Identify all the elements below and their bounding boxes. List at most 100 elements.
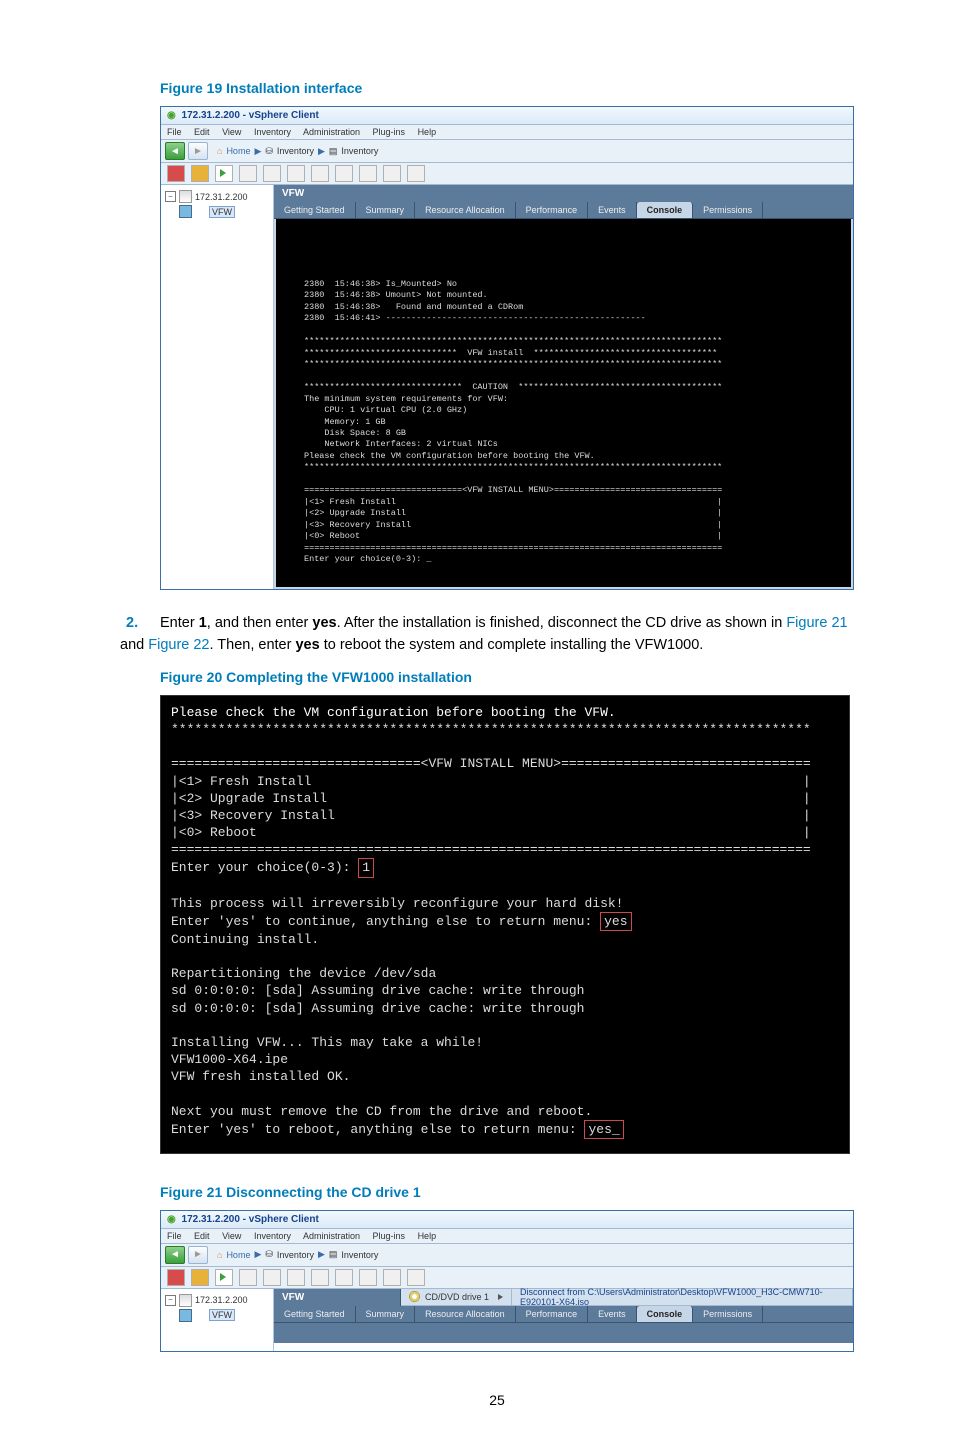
menu-file[interactable]: File	[167, 127, 182, 137]
tab-permissions[interactable]: Permissions	[693, 202, 763, 218]
toolbar-button[interactable]	[407, 165, 425, 182]
vm-pause-button[interactable]	[191, 1269, 209, 1286]
menu-bar: File Edit View Inventory Administration …	[161, 1229, 853, 1244]
menu-edit[interactable]: Edit	[194, 1231, 210, 1241]
tree-host-ip: 172.31.2.200	[195, 1295, 248, 1305]
panel-title: VFW	[274, 185, 853, 202]
breadcrumb-inventory[interactable]: Inventory	[277, 146, 314, 156]
nav-forward-button[interactable]: ►	[188, 142, 208, 160]
figure-link[interactable]: Figure 22	[148, 637, 209, 653]
breadcrumb-inventory-2[interactable]: Inventory	[341, 1250, 378, 1260]
toolbar-button[interactable]	[311, 165, 329, 182]
figure-link[interactable]: Figure 21	[786, 615, 847, 631]
vm-console[interactable]: 2380 15:46:38> Is_Mounted> No 2380 15:46…	[274, 219, 853, 589]
vm-stop-button[interactable]	[167, 165, 185, 182]
toolbar-button[interactable]	[287, 165, 305, 182]
toolbar-button[interactable]	[263, 1269, 281, 1286]
menu-file[interactable]: File	[167, 1231, 182, 1241]
toolbar-button[interactable]	[335, 1269, 353, 1286]
vm-play-button[interactable]	[215, 165, 233, 182]
window-titlebar: ◉ 172.31.2.200 - vSphere Client	[161, 1211, 853, 1229]
toolbar-button[interactable]	[239, 165, 257, 182]
console-line: This process will irreversibly reconfigu…	[171, 896, 623, 911]
window-title: 172.31.2.200 - vSphere Client	[182, 110, 319, 121]
toolbar-button[interactable]	[287, 1269, 305, 1286]
breadcrumb-home[interactable]: Home	[226, 146, 250, 156]
nav-forward-button[interactable]: ►	[188, 1246, 208, 1264]
toolbar-button[interactable]	[383, 1269, 401, 1286]
tab-events[interactable]: Events	[588, 202, 637, 218]
step-text: , and then enter	[207, 615, 313, 631]
menu-inventory[interactable]: Inventory	[254, 127, 291, 137]
menu-plugins[interactable]: Plug-ins	[373, 127, 406, 137]
right-panel: VFW CD/DVD drive 1 Disconnect from C:\Us…	[274, 1289, 853, 1343]
menu-plugins[interactable]: Plug-ins	[373, 1231, 406, 1241]
tab-summary[interactable]: Summary	[356, 202, 416, 218]
tab-console[interactable]: Console	[637, 202, 694, 218]
tab-permissions[interactable]: Permissions	[693, 1306, 763, 1322]
menu-administration[interactable]: Administration	[303, 1231, 360, 1241]
breadcrumb-inventory-2[interactable]: Inventory	[341, 146, 378, 156]
cd-drive-button[interactable]: CD/DVD drive 1	[401, 1289, 512, 1305]
console-menu-item: |<3> Recovery Install |	[171, 808, 811, 823]
console-line: sd 0:0:0:0: [sda] Assuming drive cache: …	[171, 1001, 584, 1016]
tab-performance[interactable]: Performance	[516, 1306, 589, 1322]
toolbar-button[interactable]	[239, 1269, 257, 1286]
console-input-highlight: yes_	[584, 1120, 623, 1139]
breadcrumb-home[interactable]: Home	[226, 1250, 250, 1260]
tab-summary[interactable]: Summary	[356, 1306, 416, 1322]
tree-vm-row[interactable]: VFW	[163, 204, 271, 219]
tab-events[interactable]: Events	[588, 1306, 637, 1322]
toolbar-button[interactable]	[359, 1269, 377, 1286]
tab-getting-started[interactable]: Getting Started	[274, 1306, 356, 1322]
step-bold: yes	[312, 615, 336, 631]
menu-help[interactable]: Help	[418, 1231, 437, 1241]
console-line: Next you must remove the CD from the dri…	[171, 1104, 592, 1119]
console-line: Installing VFW... This may take a while!	[171, 1035, 483, 1050]
tab-getting-started[interactable]: Getting Started	[274, 202, 356, 218]
toolbar-button[interactable]	[335, 165, 353, 182]
vm-play-button[interactable]	[215, 1269, 233, 1286]
toolbar-button[interactable]	[359, 165, 377, 182]
toolbar-button[interactable]	[407, 1269, 425, 1286]
menu-edit[interactable]: Edit	[194, 127, 210, 137]
tab-strip: Getting Started Summary Resource Allocat…	[274, 1306, 853, 1323]
nav-back-button[interactable]: ◄	[165, 142, 185, 160]
console-line: VFW1000-X64.ipe	[171, 1052, 288, 1067]
page-number: 25	[120, 1392, 874, 1408]
disconnect-iso-item[interactable]: Disconnect from C:\Users\Administrator\D…	[512, 1289, 853, 1305]
vm-icon	[179, 205, 192, 218]
nav-row: ◄ ► ⌂ Home ▶⛁ Inventory ▶▤ Inventory	[161, 140, 853, 163]
tree-collapse-icon[interactable]: −	[165, 1295, 176, 1306]
tab-resource-allocation[interactable]: Resource Allocation	[415, 1306, 516, 1322]
tree-vm-row[interactable]: VFW	[163, 1308, 271, 1323]
right-panel: VFW Getting Started Summary Resource All…	[274, 185, 853, 589]
console-input-highlight: yes	[600, 912, 631, 931]
console-input-highlight: 1	[358, 858, 374, 877]
console-line: Please check the VM configuration before…	[171, 705, 616, 720]
toolbar-button[interactable]	[383, 165, 401, 182]
nav-back-button[interactable]: ◄	[165, 1246, 185, 1264]
step-text: . After the installation is finished, di…	[337, 615, 787, 631]
menu-help[interactable]: Help	[418, 127, 437, 137]
figure-20-screenshot: Please check the VM configuration before…	[160, 695, 850, 1154]
menu-inventory[interactable]: Inventory	[254, 1231, 291, 1241]
console-menu-item: |<1> Fresh Install |	[171, 774, 811, 789]
window-titlebar: ◉ 172.31.2.200 - vSphere Client	[161, 107, 853, 125]
tab-resource-allocation[interactable]: Resource Allocation	[415, 202, 516, 218]
menu-administration[interactable]: Administration	[303, 127, 360, 137]
menu-view[interactable]: View	[222, 1231, 241, 1241]
toolbar-button[interactable]	[311, 1269, 329, 1286]
tab-console[interactable]: Console	[637, 1306, 694, 1322]
toolbar-row	[161, 163, 853, 185]
menu-view[interactable]: View	[222, 127, 241, 137]
toolbar-button[interactable]	[263, 165, 281, 182]
inventory-tree: − 172.31.2.200 VFW	[161, 185, 274, 589]
vm-stop-button[interactable]	[167, 1269, 185, 1286]
tree-host-row[interactable]: − 172.31.2.200	[163, 189, 271, 204]
breadcrumb-inventory[interactable]: Inventory	[277, 1250, 314, 1260]
tree-collapse-icon[interactable]: −	[165, 191, 176, 202]
vm-pause-button[interactable]	[191, 165, 209, 182]
tree-host-row[interactable]: − 172.31.2.200	[163, 1293, 271, 1308]
tab-performance[interactable]: Performance	[516, 202, 589, 218]
